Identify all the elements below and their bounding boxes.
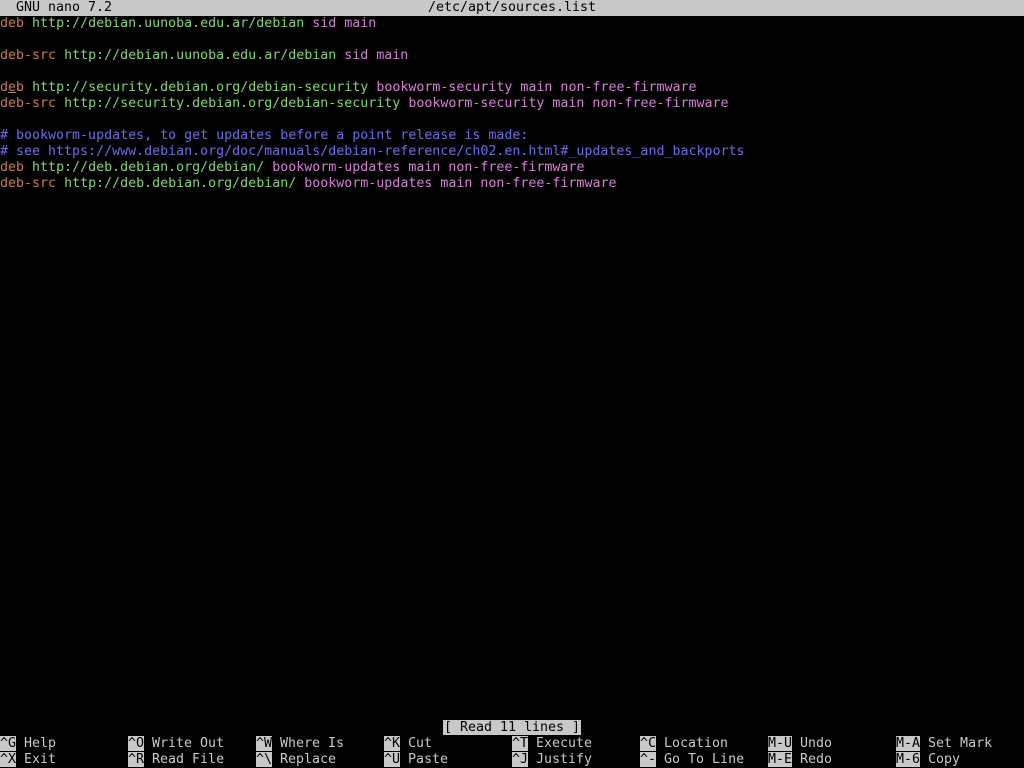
shortcut-execute[interactable]: ^T Execute — [512, 736, 592, 752]
code-token: sid main — [344, 48, 409, 63]
file-name: /etc/apt/sources.list — [427, 0, 597, 15]
editor-line[interactable]: deb http://deb.debian.org/debian/ bookwo… — [0, 160, 1024, 176]
shortcut-undo[interactable]: M-U Undo — [768, 736, 832, 752]
editor-line[interactable] — [0, 32, 1024, 48]
shortcut-location[interactable]: ^C Location — [640, 736, 728, 752]
code-token: bookworm-security main non-free-firmware — [376, 80, 697, 95]
shortcut-exit[interactable]: ^X Exit — [0, 752, 56, 768]
editor-line[interactable]: deb http://security.debian.org/debian-se… — [0, 80, 1024, 96]
code-token: deb-src — [0, 176, 57, 191]
editor-line[interactable] — [0, 112, 1024, 128]
code-token: b — [16, 80, 25, 95]
shortcut-label: Justify — [528, 752, 593, 767]
code-token: http://debian.uunoba.edu.ar/debian — [32, 16, 305, 31]
shortcut-key: M-E — [768, 752, 793, 767]
shortcut-label: Exit — [16, 752, 57, 767]
editor-line[interactable] — [0, 64, 1024, 80]
shortcut-key: ^O — [128, 736, 145, 751]
shortcut-read-file[interactable]: ^R Read File — [128, 752, 224, 768]
code-token: # bookworm-updates, to get updates befor… — [0, 128, 529, 143]
code-token: deb — [0, 160, 25, 175]
shortcut-write-out[interactable]: ^O Write Out — [128, 736, 224, 752]
shortcut-key: ^R — [128, 752, 145, 767]
shortcut-label: Undo — [792, 736, 833, 751]
shortcut-label: Help — [16, 736, 57, 751]
title-bar: GNU nano 7.2 /etc/apt/sources.list — [0, 0, 1024, 16]
code-token: bookworm-updates main non-free-firmware — [304, 176, 617, 191]
shortcut-label: Replace — [272, 752, 337, 767]
shortcut-key: ^X — [0, 752, 17, 767]
shortcut-key: ^\ — [256, 752, 273, 767]
shortcut-key: ^T — [512, 736, 529, 751]
shortcut-key: ^G — [0, 736, 17, 751]
code-token: http://debian.uunoba.edu.ar/debian — [64, 48, 337, 63]
shortcut-label: Redo — [792, 752, 833, 767]
shortcut-label: Where Is — [272, 736, 345, 751]
shortcut-label: Write Out — [144, 736, 225, 751]
code-token: bookworm-updates main non-free-firmware — [272, 160, 585, 175]
shortcut-bar: ^G Help ^X Exit ^O Write Out ^R Read File ^W… — [0, 736, 1024, 768]
code-token: deb-src — [0, 96, 57, 111]
shortcut-label: Read File — [144, 752, 225, 767]
shortcut-key: M-U — [768, 736, 793, 751]
shortcut-paste[interactable]: ^U Paste — [384, 752, 448, 768]
shortcut-key: M-6 — [896, 752, 921, 767]
editor-line[interactable]: deb-src http://security.debian.org/debia… — [0, 96, 1024, 112]
shortcut-label: Execute — [528, 736, 593, 751]
code-token: http://security.debian.org/debian-securi… — [64, 96, 401, 111]
editor-line[interactable]: deb-src http://debian.uunoba.edu.ar/debi… — [0, 48, 1024, 64]
code-token: http://security.debian.org/debian-securi… — [32, 80, 369, 95]
code-token: http://deb.debian.org/debian/ — [32, 160, 265, 175]
shortcut-key: M-A — [896, 736, 921, 751]
shortcut-justify[interactable]: ^J Justify — [512, 752, 592, 768]
code-token: sid main — [312, 16, 377, 31]
editor-line[interactable]: # see https://www.debian.org/doc/manuals… — [0, 144, 1024, 160]
code-token: deb-src — [0, 48, 57, 63]
code-token: e — [8, 80, 17, 95]
shortcut-where-is[interactable]: ^W Where Is — [256, 736, 344, 752]
shortcut-label: Go To Line — [656, 752, 745, 767]
shortcut-copy[interactable]: M-6 Copy — [896, 752, 960, 768]
code-token: deb — [0, 16, 25, 31]
shortcut-cut[interactable]: ^K Cut — [384, 736, 432, 752]
shortcut-redo[interactable]: M-E Redo — [768, 752, 832, 768]
shortcut-key: ^J — [512, 752, 529, 767]
shortcut-set-mark[interactable]: M-A Set Mark — [896, 736, 992, 752]
shortcut-label: Cut — [400, 736, 433, 751]
status-bar: [ Read 11 lines ] — [0, 720, 1024, 736]
editor-line[interactable]: deb http://debian.uunoba.edu.ar/debian s… — [0, 16, 1024, 32]
code-token: d — [0, 80, 9, 95]
shortcut-key: ^C — [640, 736, 657, 751]
editor-line[interactable]: # bookworm-updates, to get updates befor… — [0, 128, 1024, 144]
status-message: [ Read 11 lines ] — [442, 720, 582, 735]
editor-buffer[interactable]: deb http://debian.uunoba.edu.ar/debian s… — [0, 16, 1024, 716]
code-token: # see https://www.debian.org/doc/manuals… — [0, 144, 745, 159]
code-token: http://deb.debian.org/debian/ — [64, 176, 297, 191]
shortcut-key: ^U — [384, 752, 401, 767]
shortcut-key: ^- — [640, 752, 657, 767]
shortcut-label: Set Mark — [920, 736, 993, 751]
shortcut-key: ^K — [384, 736, 401, 751]
shortcut-help[interactable]: ^G Help — [0, 736, 56, 752]
shortcut-replace[interactable]: ^\ Replace — [256, 752, 336, 768]
shortcut-key: ^W — [256, 736, 273, 751]
shortcut-go-to-line[interactable]: ^- Go To Line — [640, 752, 744, 768]
code-token: bookworm-security main non-free-firmware — [408, 96, 729, 111]
shortcut-label: Copy — [920, 752, 961, 767]
editor-line[interactable]: deb-src http://deb.debian.org/debian/ bo… — [0, 176, 1024, 192]
shortcut-label: Location — [656, 736, 729, 751]
shortcut-label: Paste — [400, 752, 449, 767]
